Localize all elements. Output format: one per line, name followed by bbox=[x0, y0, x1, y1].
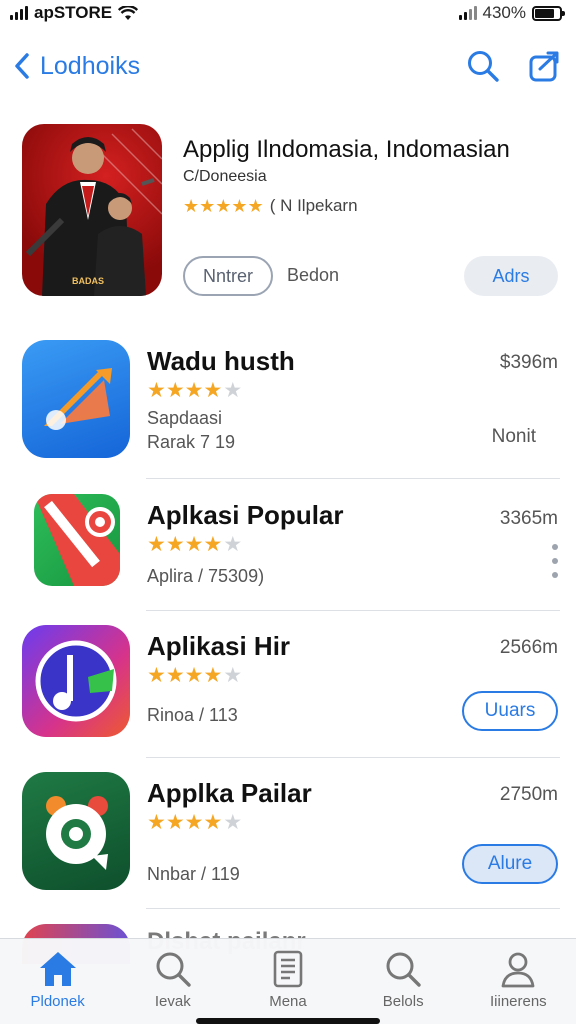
wifi-icon bbox=[118, 5, 139, 20]
navigation-bar: Lodhoiks bbox=[0, 40, 576, 92]
featured-subtitle: C/Doneesia bbox=[183, 168, 267, 185]
app-icon bbox=[22, 772, 130, 890]
app-name: Aplikasi Hir bbox=[147, 631, 291, 661]
document-icon bbox=[273, 950, 303, 988]
app-rank: Rinoa / 113 bbox=[147, 705, 238, 725]
get-button[interactable]: Uuars bbox=[462, 691, 558, 731]
list-item[interactable]: Wadu husth ★★★★ ★ Sapdaasi Rarak 7 19 $39… bbox=[22, 340, 560, 460]
music-note-icon bbox=[35, 640, 117, 722]
tab-browse[interactable]: Belols bbox=[353, 949, 453, 1024]
cell-signal-icon bbox=[458, 6, 477, 20]
star-rating: ★★★★★ bbox=[147, 533, 243, 556]
star-rating: ★★★★★ bbox=[147, 664, 243, 687]
status-right: 430% bbox=[458, 3, 565, 23]
tab-label: Iiinerens bbox=[489, 993, 547, 1010]
app-status: Nonit bbox=[491, 426, 536, 447]
battery-percent: 430% bbox=[482, 3, 526, 22]
music-arrow-icon bbox=[44, 368, 112, 430]
app-rank: Nnbar / 119 bbox=[147, 864, 240, 884]
nav-actions bbox=[466, 49, 562, 83]
chevron-left-icon bbox=[15, 53, 29, 79]
tab-home[interactable]: Pldonek bbox=[8, 949, 108, 1024]
list-item[interactable]: Applka Pailar ★★★★ ★ Nnbar / 119 2750m Al… bbox=[22, 772, 560, 892]
get-button[interactable]: Alure bbox=[462, 844, 558, 884]
app-icon bbox=[22, 625, 130, 737]
app-size: 2566m bbox=[499, 637, 558, 658]
person-icon bbox=[501, 952, 535, 988]
signal-icon bbox=[10, 6, 28, 20]
tab-label: Pldonek bbox=[30, 993, 85, 1010]
home-icon bbox=[39, 952, 76, 986]
carrier-label: apSTORE bbox=[34, 3, 113, 22]
featured-title: Applig Ilndomasia, Indomasian bbox=[183, 136, 510, 163]
poster-caption: BADAS bbox=[72, 276, 104, 286]
tab-label: Belols bbox=[382, 993, 424, 1010]
divider bbox=[146, 610, 560, 611]
app-name: Wadu husth bbox=[147, 346, 295, 376]
status-left: apSTORE bbox=[10, 3, 139, 23]
search-icon bbox=[156, 952, 191, 987]
back-button[interactable]: Lodhoiks bbox=[14, 52, 140, 81]
tab-search[interactable]: Ievak bbox=[123, 949, 223, 1024]
app-name: Aplkasi Popular bbox=[147, 500, 344, 530]
maps-pin-icon bbox=[34, 494, 120, 586]
poster-art: BADAS bbox=[25, 128, 162, 296]
list-item[interactable]: Aplikasi Hir ★★★★ ★ Rinoa / 113 2566m Uua… bbox=[22, 625, 560, 743]
tab-bar: Pldonek Ievak Mena Belols Iiinerens bbox=[0, 938, 576, 1024]
search-icon[interactable] bbox=[466, 49, 500, 83]
app-category: Sapdaasi bbox=[147, 408, 223, 428]
divider bbox=[146, 757, 560, 758]
star-rating: ★★★★★ bbox=[183, 196, 264, 216]
star-rating: ★★★★★ bbox=[147, 379, 243, 402]
app-category: Aplira / 75309) bbox=[147, 566, 265, 586]
tab-label: Ievak bbox=[154, 993, 191, 1010]
featured-app-icon: BADAS bbox=[22, 124, 162, 296]
more-options-icon[interactable] bbox=[552, 544, 558, 578]
status-bar: apSTORE 430% bbox=[0, 0, 576, 26]
featured-secondary-button[interactable]: Nntrer bbox=[183, 256, 273, 296]
tab-account[interactable]: Iiinerens bbox=[468, 949, 568, 1024]
app-size: 3365m bbox=[499, 508, 558, 529]
battery-icon bbox=[532, 5, 565, 21]
list-item[interactable]: Aplkasi Popular ★★★★ ★ Aplira / 75309) 33… bbox=[22, 494, 560, 594]
divider bbox=[146, 478, 560, 479]
lens-icon bbox=[46, 796, 108, 870]
app-size: 2750m bbox=[499, 784, 558, 805]
app-rank: Rarak 7 19 bbox=[147, 432, 236, 452]
featured-extra-label: Bedon bbox=[287, 265, 340, 285]
app-size: $396m bbox=[499, 352, 558, 373]
share-icon[interactable] bbox=[528, 49, 562, 83]
app-name: Applka Pailar bbox=[147, 778, 312, 808]
star-rating: ★★★★★ bbox=[147, 811, 243, 834]
search-icon bbox=[386, 952, 421, 987]
divider bbox=[146, 908, 560, 909]
featured-rating: ★★★★★ ( N Ilpekarn bbox=[183, 196, 358, 216]
featured-rating-text: ( N Ilpekarn bbox=[269, 196, 358, 215]
back-label: Lodhoiks bbox=[40, 51, 141, 80]
featured-app[interactable]: BADAS Applig Ilndomasia, Indomasian C/Do… bbox=[22, 124, 562, 300]
tab-label: Mena bbox=[269, 993, 307, 1010]
app-icon bbox=[34, 494, 120, 586]
tab-menu[interactable]: Mena bbox=[238, 949, 338, 1024]
app-icon bbox=[22, 340, 130, 458]
featured-get-button[interactable]: Adrs bbox=[464, 256, 558, 296]
home-indicator bbox=[196, 1018, 380, 1024]
